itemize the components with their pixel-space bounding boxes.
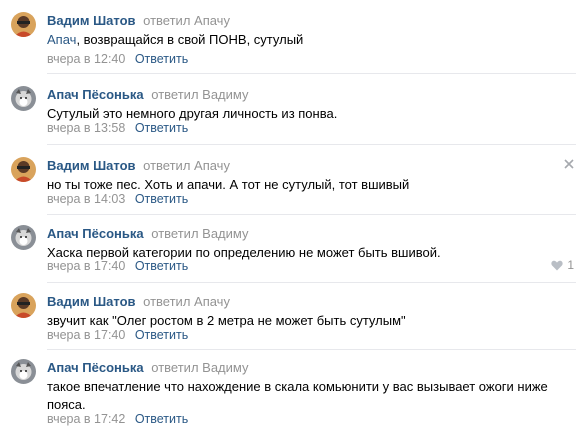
author-name[interactable]: Апач Пёсонька <box>47 226 144 241</box>
reply-button[interactable]: Ответить <box>135 259 188 273</box>
comment-header: Вадим Шатов ответил Апачу <box>47 293 230 310</box>
comment-item: Апач Пёсонька ответил Вадиму Хаска перво… <box>0 213 584 283</box>
replied-label: ответил <box>143 294 191 309</box>
reply-button[interactable]: Ответить <box>135 412 188 426</box>
like-button[interactable]: 1 <box>551 258 574 272</box>
author-name[interactable]: Апач Пёсонька <box>47 360 144 375</box>
reply-to-link[interactable]: Вадиму <box>202 226 248 241</box>
comment-item: Вадим Шатов ответил Апачу Апач, возвраща… <box>0 0 584 74</box>
comment-header: Апач Пёсонька ответил Вадиму <box>47 359 249 376</box>
replied-label: ответил <box>151 87 199 102</box>
comment-header: Вадим Шатов ответил Апачу <box>47 12 230 29</box>
mention-link[interactable]: Апач <box>47 32 76 47</box>
like-count: 1 <box>567 258 574 272</box>
comment-date[interactable]: вчера в 17:42 <box>47 412 125 426</box>
reply-button[interactable]: Ответить <box>135 52 188 66</box>
comment-date[interactable]: вчера в 13:58 <box>47 121 125 135</box>
comment-date[interactable]: вчера в 17:40 <box>47 259 125 273</box>
reply-to-link[interactable]: Апачу <box>194 158 230 173</box>
comment-meta: вчера в 12:40 Ответить <box>47 51 188 67</box>
heart-icon <box>551 260 563 270</box>
comment-text: такое впечатление что нахождение в скала… <box>47 379 548 412</box>
comment-item: Апач Пёсонька ответил Вадиму Сутулый это… <box>0 74 584 145</box>
reply-to-link[interactable]: Апачу <box>194 294 230 309</box>
comment-item: Вадим Шатов ответил Апачу звучит как "Ол… <box>0 281 584 350</box>
avatar[interactable] <box>11 359 36 384</box>
reply-button[interactable]: Ответить <box>135 192 188 206</box>
avatar[interactable] <box>11 86 36 111</box>
comment-meta: вчера в 17:42 Ответить <box>47 411 188 427</box>
avatar[interactable] <box>11 293 36 318</box>
avatar[interactable] <box>11 225 36 250</box>
replied-label: ответил <box>151 226 199 241</box>
comment-meta: вчера в 17:40 Ответить <box>47 258 188 274</box>
reply-to-link[interactable]: Апачу <box>194 13 230 28</box>
close-icon[interactable] <box>564 159 574 169</box>
author-name[interactable]: Вадим Шатов <box>47 158 136 173</box>
author-name[interactable]: Вадим Шатов <box>47 294 136 309</box>
comment-meta: вчера в 17:40 Ответить <box>47 327 188 343</box>
comment-body: , возвращайся в свой ПОНВ, сутулый <box>76 32 304 47</box>
comment-header: Апач Пёсонька ответил Вадиму <box>47 86 249 103</box>
comment-date[interactable]: вчера в 12:40 <box>47 52 125 66</box>
comment-date[interactable]: вчера в 17:40 <box>47 328 125 342</box>
reply-to-link[interactable]: Вадиму <box>202 87 248 102</box>
author-name[interactable]: Апач Пёсонька <box>47 87 144 102</box>
reply-to-link[interactable]: Вадиму <box>202 360 248 375</box>
comment-text: Апач, возвращайся в свой ПОНВ, сутулый <box>47 31 559 49</box>
comment-header: Вадим Шатов ответил Апачу <box>47 157 230 174</box>
reply-button[interactable]: Ответить <box>135 328 188 342</box>
comment-item: Вадим Шатов ответил Апачу но ты тоже пес… <box>0 145 584 215</box>
avatar[interactable] <box>11 12 36 37</box>
replied-label: ответил <box>143 13 191 28</box>
comment-meta: вчера в 13:58 Ответить <box>47 120 188 136</box>
comment-meta: вчера в 14:03 Ответить <box>47 191 188 207</box>
comment-header: Апач Пёсонька ответил Вадиму <box>47 225 249 242</box>
replied-label: ответил <box>143 158 191 173</box>
reply-button[interactable]: Ответить <box>135 121 188 135</box>
replied-label: ответил <box>151 360 199 375</box>
comment-item: Апач Пёсонька ответил Вадиму такое впеча… <box>0 347 584 429</box>
avatar[interactable] <box>11 157 36 182</box>
comment-date[interactable]: вчера в 14:03 <box>47 192 125 206</box>
author-name[interactable]: Вадим Шатов <box>47 13 136 28</box>
